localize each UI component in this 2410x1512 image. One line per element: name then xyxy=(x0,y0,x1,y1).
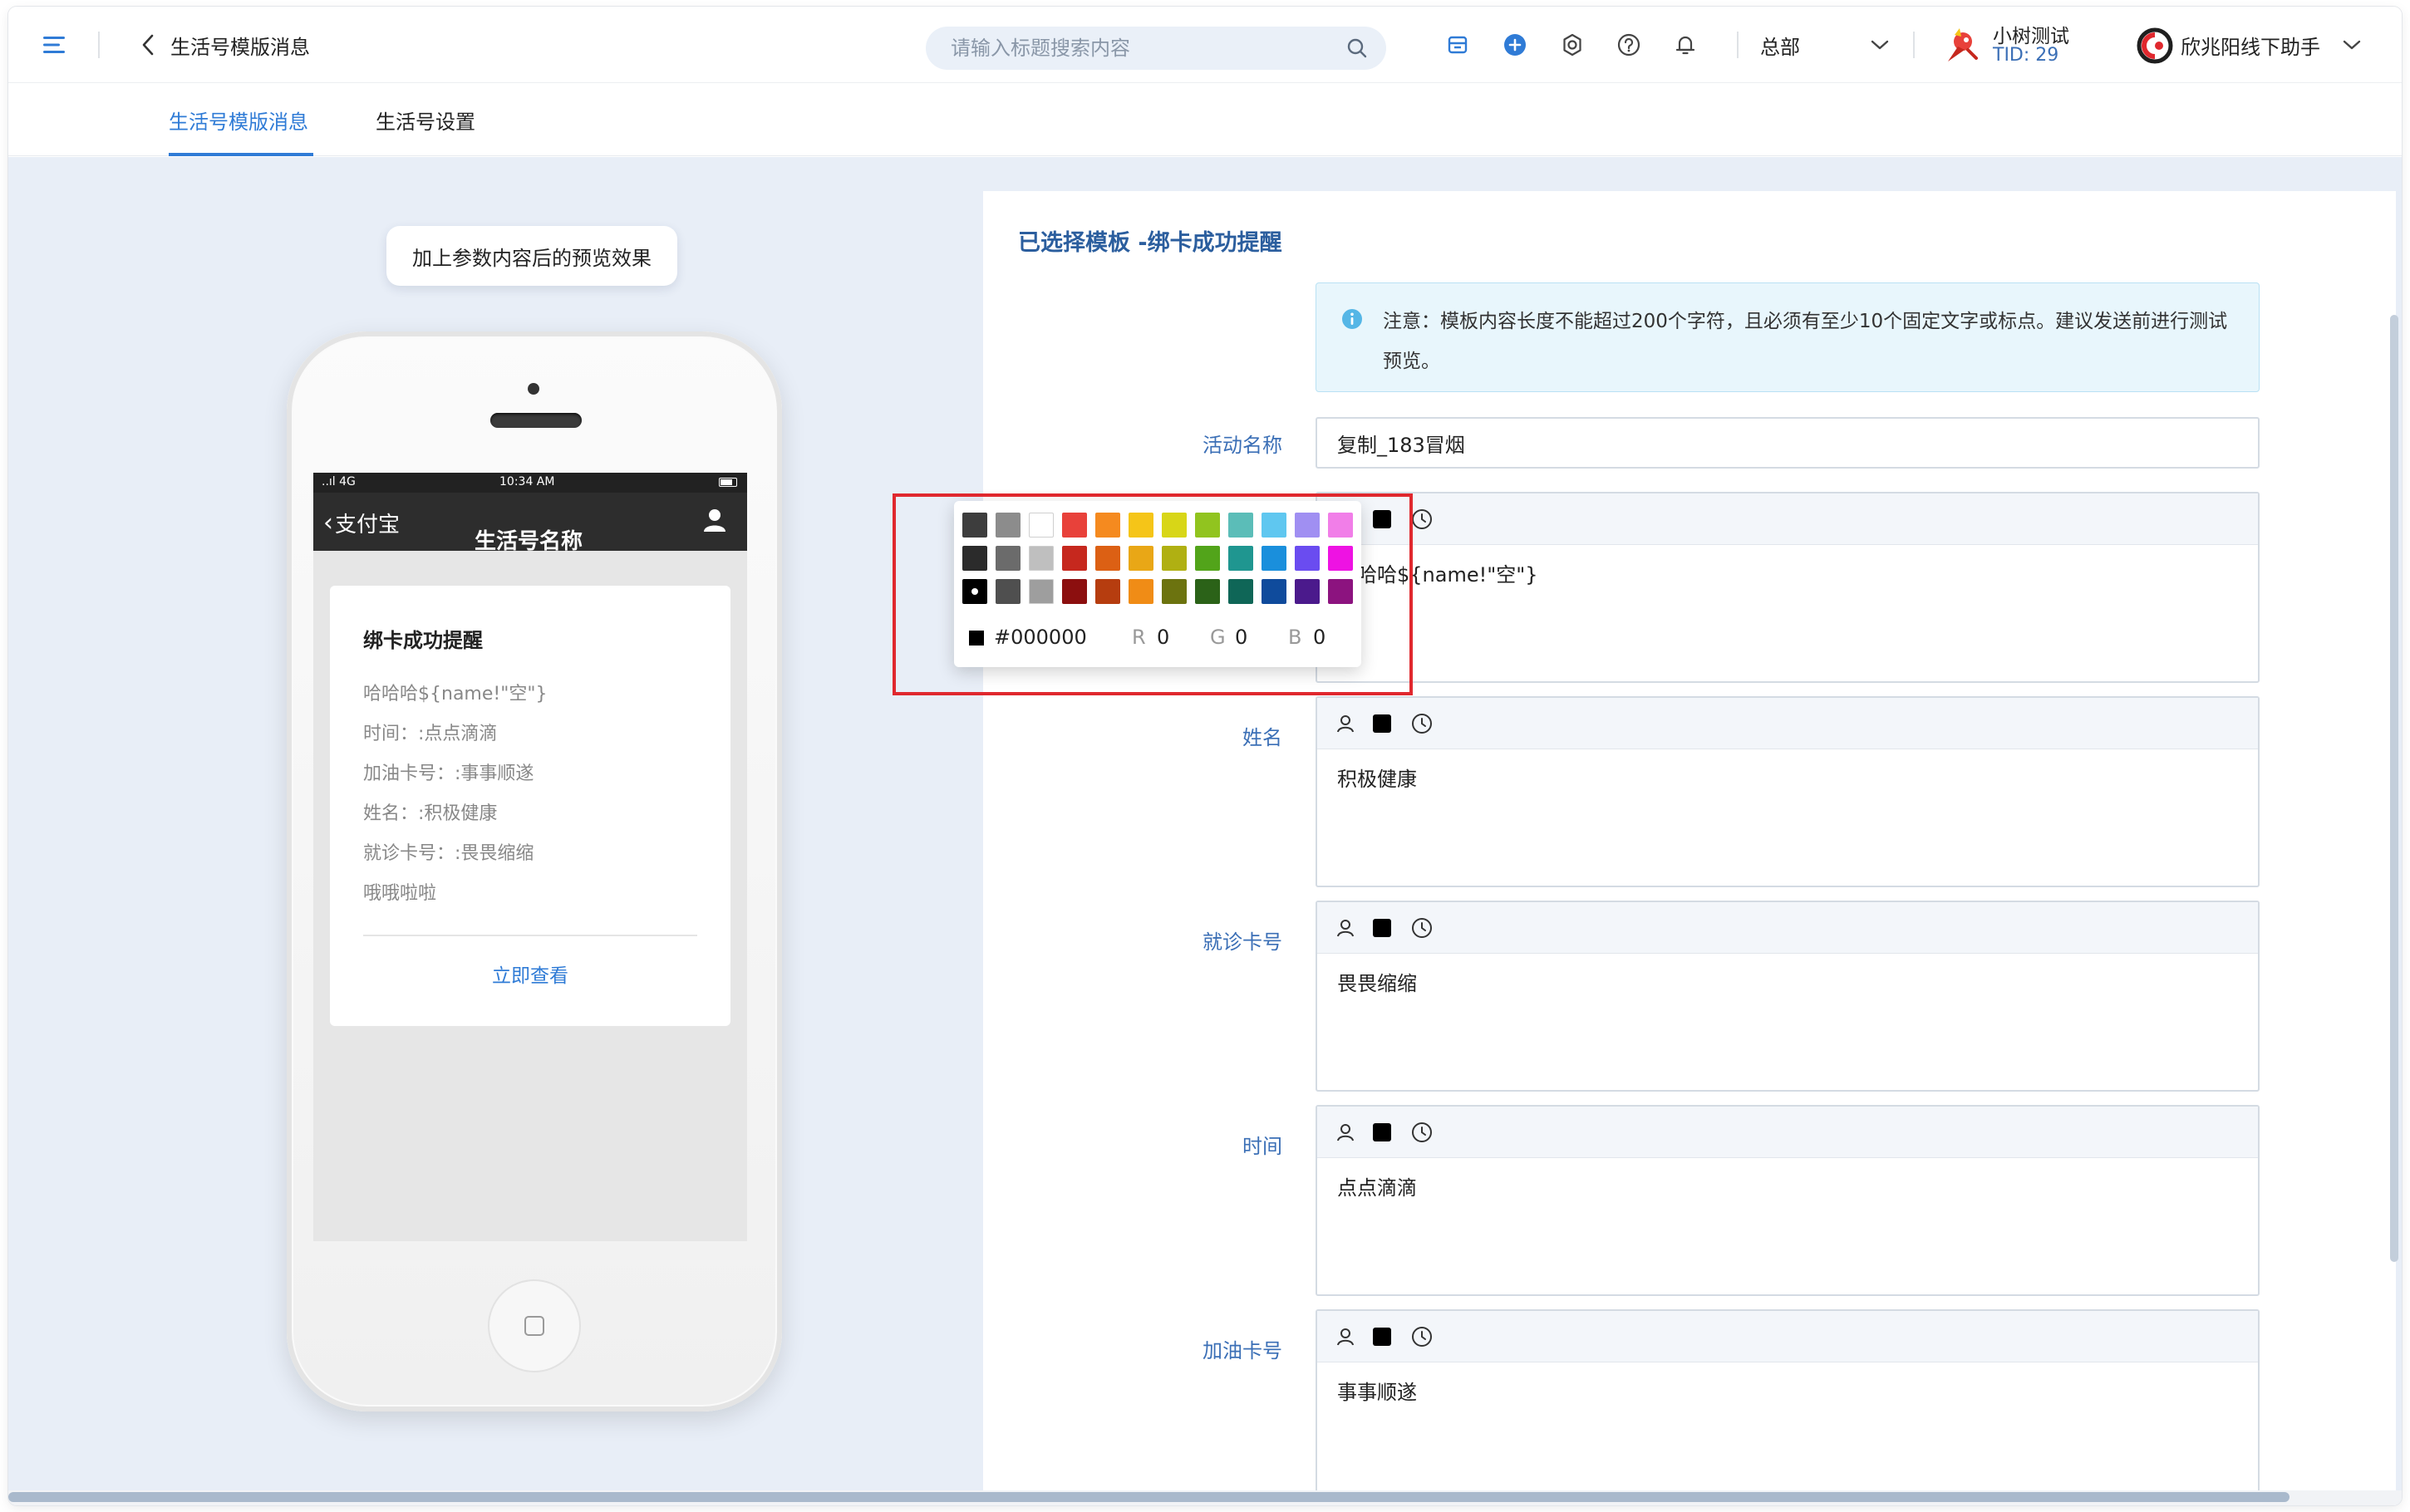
chevron-down-icon[interactable] xyxy=(2337,30,2367,60)
template-field-editor[interactable]: 积极健康 xyxy=(1316,696,2260,887)
text-color-icon[interactable] xyxy=(1370,712,1394,735)
tab-settings[interactable]: 生活号设置 xyxy=(376,83,475,156)
card-title: 绑卡成功提醒 xyxy=(363,629,483,652)
shop-tid: TID: 29 xyxy=(1993,45,2059,66)
shop-name: 小树测试 xyxy=(1993,26,2069,47)
app-nav-bar: ‹ 支付宝 生活号名称 xyxy=(313,493,747,554)
nav-title: 生活号名称 xyxy=(475,529,583,554)
text-color-icon[interactable] xyxy=(1370,1325,1394,1348)
brand-logo-icon xyxy=(2136,27,2174,65)
card-line: 就诊卡号：:畏畏缩缩 xyxy=(363,843,534,864)
clock-icon[interactable] xyxy=(1410,712,1434,735)
status-signal: ..ıl 4G xyxy=(322,475,356,488)
template-field-editor[interactable]: 点点滴滴 xyxy=(1316,1105,2260,1296)
phone-mockup: ..ıl 4G 10:34 AM ‹ 支付宝 生活号名称 绑卡成功提醒 哈哈哈${… xyxy=(287,331,782,1411)
divider xyxy=(1737,32,1739,58)
editor-content[interactable]: 畏畏缩缩 xyxy=(1337,967,1417,996)
gear-icon[interactable] xyxy=(1556,28,1589,61)
divider xyxy=(1913,32,1915,58)
form-heading: 已选择模板 -绑卡成功提醒 xyxy=(1018,230,1282,256)
phone-home-button xyxy=(488,1279,581,1372)
editor-toolbar xyxy=(1317,1107,2258,1158)
bell-icon[interactable] xyxy=(1669,28,1702,61)
home-square-icon xyxy=(524,1316,544,1336)
page-title: 生活号模版消息 xyxy=(170,35,310,59)
help-icon[interactable] xyxy=(1612,28,1645,61)
active-tab-indicator xyxy=(169,153,313,156)
battery-icon xyxy=(719,478,737,487)
template-field-editor[interactable]: 事事顺遂 xyxy=(1316,1309,2260,1500)
card-line: 加油卡号：:事事顺遂 xyxy=(363,763,534,784)
field-label-name: 姓名 xyxy=(1242,726,1282,749)
nav-back: ‹ 支付宝 xyxy=(323,508,400,538)
highlight-annotation xyxy=(893,493,1413,695)
clock-icon[interactable] xyxy=(1410,508,1434,531)
message-card: 绑卡成功提醒 哈哈哈${name!"空"} 时间：:点点滴滴 加油卡号：:事事顺… xyxy=(330,586,730,1026)
info-icon xyxy=(1342,309,1362,329)
tab-template-messages[interactable]: 生活号模版消息 xyxy=(169,83,308,156)
divider xyxy=(98,32,100,58)
nav-back-label: 支付宝 xyxy=(335,513,401,538)
clock-icon[interactable] xyxy=(1410,1121,1434,1144)
tab-bar: 生活号模版消息 生活号设置 xyxy=(8,83,2402,156)
status-time: 10:34 AM xyxy=(499,475,555,488)
shop-logo-icon xyxy=(1938,23,1983,68)
field-label-clinic-card: 就诊卡号 xyxy=(1203,930,1282,954)
user-icon[interactable] xyxy=(1334,1325,1357,1348)
status-bar: ..ıl 4G 10:34 AM xyxy=(313,473,747,493)
user-icon[interactable] xyxy=(1334,1121,1357,1144)
search-icon[interactable] xyxy=(1346,37,1368,59)
user-icon[interactable] xyxy=(1334,916,1357,940)
phone-screen: ..ıl 4G 10:34 AM ‹ 支付宝 生活号名称 绑卡成功提醒 哈哈哈${… xyxy=(313,473,747,1241)
phone-camera xyxy=(528,383,539,395)
chevron-left-icon: ‹ xyxy=(323,508,333,538)
template-field-editor[interactable]: 畏畏缩缩 xyxy=(1316,901,2260,1092)
notice-box: 注意：模板内容长度不能超过200个字符，且必须有至少10个固定文字或标点。建议发… xyxy=(1316,282,2260,392)
horizontal-scrollbar[interactable] xyxy=(8,1492,2290,1502)
editor-content[interactable]: 积极健康 xyxy=(1337,763,1417,792)
clock-icon[interactable] xyxy=(1410,916,1434,940)
user-icon[interactable] xyxy=(1334,712,1357,735)
chevron-down-icon[interactable] xyxy=(1865,30,1895,60)
notice-text: 注意：模板内容长度不能超过200个字符，且必须有至少10个固定文字或标点。建议发… xyxy=(1383,311,2228,372)
search-input[interactable] xyxy=(949,27,1331,70)
form-panel: 已选择模板 -绑卡成功提醒 注意：模板内容长度不能超过200个字符，且必须有至少… xyxy=(983,191,2396,1505)
text-color-icon[interactable] xyxy=(1370,916,1394,940)
horizontal-scrollbar-track xyxy=(8,1490,2402,1505)
editor-toolbar xyxy=(1317,1311,2258,1362)
editor-toolbar xyxy=(1317,902,2258,954)
store-icon[interactable] xyxy=(1441,28,1474,61)
activity-name-label: 活动名称 xyxy=(1203,434,1282,457)
editor-content[interactable]: 点点滴滴 xyxy=(1337,1171,1417,1200)
vertical-scrollbar[interactable] xyxy=(2390,315,2398,1262)
card-line: 哦哦啦啦 xyxy=(363,883,437,904)
field-label-time: 时间 xyxy=(1242,1135,1282,1158)
clock-icon[interactable] xyxy=(1410,1325,1434,1348)
branch-selector[interactable]: 总部 xyxy=(1760,28,1800,61)
top-bar: 生活号模版消息 总部 小树测试 TID: 29 xyxy=(8,7,2402,83)
text-color-icon[interactable] xyxy=(1370,1121,1394,1144)
card-line: 哈哈哈${name!"空"} xyxy=(363,684,548,704)
view-now-link: 立即查看 xyxy=(492,965,568,987)
editor-content[interactable]: 事事顺遂 xyxy=(1337,1376,1417,1405)
add-icon[interactable] xyxy=(1498,28,1532,61)
activity-name-input[interactable] xyxy=(1316,417,2260,469)
preview-badge: 加上参数内容后的预览效果 xyxy=(386,226,677,286)
card-line: 时间：:点点滴滴 xyxy=(363,724,498,744)
search-box[interactable] xyxy=(926,27,1386,70)
menu-icon[interactable] xyxy=(38,28,71,61)
divider xyxy=(363,935,697,936)
template-field-editor[interactable]: 哈哈哈${name!"空"} xyxy=(1316,492,2260,683)
user-icon xyxy=(704,509,725,532)
editor-toolbar xyxy=(1317,698,2258,749)
main-content: 加上参数内容后的预览效果 ..ıl 4G 10:34 AM ‹ 支付宝 生活号名称… xyxy=(8,157,2402,1505)
editor-toolbar xyxy=(1317,493,2258,545)
field-label-fuel-card: 加油卡号 xyxy=(1203,1339,1282,1362)
back-icon[interactable] xyxy=(133,30,163,60)
app-window: 生活号模版消息 总部 小树测试 TID: 29 xyxy=(8,7,2402,1505)
account-name[interactable]: 欣兆阳线下助手 xyxy=(2181,30,2320,60)
phone-speaker xyxy=(490,413,582,428)
card-line: 姓名：:积极健康 xyxy=(363,803,498,824)
